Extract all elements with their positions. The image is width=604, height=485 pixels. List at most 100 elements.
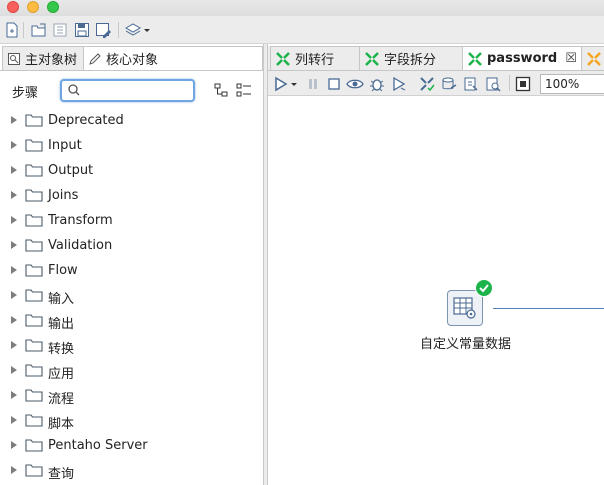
- expand-arrow-icon[interactable]: [11, 316, 17, 324]
- tree-item-label: Validation: [48, 238, 113, 253]
- tab-label: 主对象树: [25, 53, 78, 68]
- tree-folder-item[interactable]: Joins: [0, 183, 264, 208]
- canvas-toolbar: 100%: [268, 70, 604, 96]
- folder-icon: [25, 464, 43, 477]
- save-button[interactable]: [73, 21, 91, 39]
- expand-arrow-icon[interactable]: [11, 391, 17, 399]
- folder-icon: [25, 289, 43, 302]
- perspective-menu-button[interactable]: [124, 21, 150, 39]
- expand-arrow-icon[interactable]: [11, 466, 17, 474]
- results-icon: [515, 76, 531, 92]
- success-check-icon: [475, 279, 493, 297]
- transformation-tab-bar: 列转行 字段拆分 password ☒: [268, 46, 604, 70]
- expand-arrow-icon[interactable]: [11, 266, 17, 274]
- expand-arrow-icon[interactable]: [11, 191, 17, 199]
- expand-all-button[interactable]: [236, 83, 252, 101]
- tree-item-label: Pentaho Server: [48, 438, 148, 453]
- tree-icon: [7, 52, 21, 66]
- tree-folder-item[interactable]: 转换: [0, 333, 264, 358]
- search-icon: [68, 84, 80, 96]
- tree-folder-item[interactable]: Transform: [0, 208, 264, 233]
- tree-folder-item[interactable]: 流程: [0, 383, 264, 408]
- replay-button[interactable]: [390, 75, 408, 93]
- tree-item-label: 输出: [48, 317, 75, 332]
- debug-button[interactable]: [368, 75, 386, 93]
- close-tab-icon[interactable]: ☒: [565, 51, 577, 66]
- expand-arrow-icon[interactable]: [11, 166, 17, 174]
- tab-design[interactable]: 核心对象: [83, 46, 263, 70]
- zoom-select[interactable]: 100%: [540, 74, 604, 94]
- tree-folder-item[interactable]: 输入: [0, 283, 264, 308]
- transformation-icon: [275, 51, 291, 67]
- explore-db-button[interactable]: [484, 75, 502, 93]
- pencil-icon: [88, 52, 102, 66]
- tree-folder-item[interactable]: Output: [0, 158, 264, 183]
- tree-item-label: Transform: [48, 213, 113, 228]
- folder-icon: [25, 214, 43, 227]
- main-toolbar: [0, 16, 604, 44]
- tree-folder-item[interactable]: 脚本: [0, 408, 264, 433]
- tree-folder-item[interactable]: Input: [0, 133, 264, 158]
- open-file-button[interactable]: [30, 21, 48, 39]
- expand-arrow-icon[interactable]: [11, 341, 17, 349]
- step-node-data-grid[interactable]: [447, 290, 483, 326]
- expand-arrow-icon[interactable]: [11, 291, 17, 299]
- tree-folder-item[interactable]: Flow: [0, 258, 264, 283]
- tree-item-label: 查询: [48, 467, 75, 482]
- transformation-canvas[interactable]: 自定义常量数据: [268, 96, 604, 485]
- tab-transformation[interactable]: 列转行: [270, 46, 360, 70]
- new-file-button[interactable]: [3, 21, 21, 39]
- tree-item-label: 应用: [48, 367, 75, 382]
- tree-folder-item[interactable]: Validation: [0, 233, 264, 258]
- close-window-button[interactable]: [7, 1, 19, 13]
- impact-button[interactable]: [440, 75, 458, 93]
- tab-view[interactable]: 主对象树: [2, 46, 84, 70]
- tree-folder-item[interactable]: 应用: [0, 358, 264, 383]
- verify-button[interactable]: [418, 75, 436, 93]
- tree-folder-item[interactable]: Pentaho Server: [0, 433, 264, 458]
- layers-icon: [124, 23, 150, 36]
- sql-button[interactable]: [462, 75, 480, 93]
- folder-icon: [25, 389, 43, 402]
- expand-arrow-icon[interactable]: [11, 116, 17, 124]
- minimize-window-button[interactable]: [27, 1, 39, 13]
- tab-transformation[interactable]: 字段拆分: [359, 46, 463, 70]
- tab-transformation-active[interactable]: password ☒: [462, 46, 582, 70]
- expand-arrow-icon[interactable]: [11, 441, 17, 449]
- search-input[interactable]: [84, 82, 189, 99]
- expand-arrow-icon[interactable]: [11, 141, 17, 149]
- stop-button[interactable]: [325, 75, 343, 93]
- pause-icon: [309, 79, 317, 89]
- save-as-button[interactable]: [94, 21, 112, 39]
- left-panel: 主对象树 核心对象 步骤 Deprecated Input Output Joins T…: [0, 44, 264, 485]
- preview-button[interactable]: [346, 75, 364, 93]
- tab-label: 核心对象: [106, 53, 159, 68]
- expand-arrow-icon[interactable]: [11, 416, 17, 424]
- impact-icon: [442, 77, 457, 90]
- expand-arrow-icon[interactable]: [11, 241, 17, 249]
- tree-folder-item[interactable]: 查询: [0, 458, 264, 483]
- tree-item-label: Flow: [48, 263, 78, 278]
- show-results-button[interactable]: [514, 75, 532, 93]
- explore-repository-button[interactable]: [51, 21, 69, 39]
- tree-folder-item[interactable]: 输出: [0, 308, 264, 333]
- tree-folder-item[interactable]: Deprecated: [0, 108, 264, 133]
- save-icon: [75, 23, 89, 37]
- search-box[interactable]: [60, 79, 195, 102]
- data-grid-icon: [453, 297, 476, 319]
- stop-icon: [328, 78, 340, 90]
- zoom-window-button[interactable]: [47, 1, 59, 13]
- run-button[interactable]: [274, 75, 298, 93]
- expand-arrow-icon[interactable]: [11, 216, 17, 224]
- collapse-all-button[interactable]: [214, 83, 228, 101]
- tab-label: password: [487, 51, 558, 66]
- steps-tree: Deprecated Input Output Joins Transform Valid…: [0, 108, 264, 483]
- verify-icon: [420, 77, 435, 92]
- tab-job[interactable]: [581, 46, 604, 70]
- expand-arrow-icon[interactable]: [11, 366, 17, 374]
- pause-button[interactable]: [304, 75, 322, 93]
- eye-icon: [346, 79, 364, 89]
- folder-icon: [25, 239, 43, 252]
- hop-line[interactable]: [493, 308, 604, 309]
- transformation-icon: [467, 51, 483, 67]
